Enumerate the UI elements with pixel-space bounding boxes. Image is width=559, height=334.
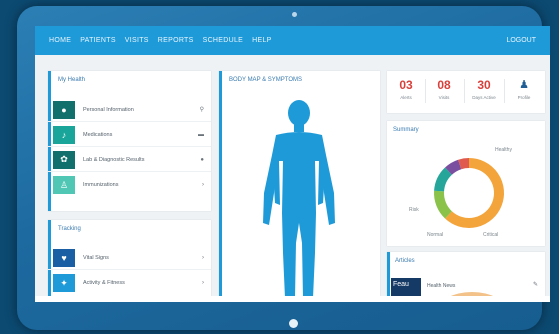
list-item-label: Medications [83, 131, 113, 138]
tracking-panel: Tracking ♥ Vital Signs › ✦ Activity & Fi… [48, 220, 211, 300]
flask-icon: ✿ [53, 150, 75, 169]
stat-label: Alerts [400, 95, 412, 100]
donut-slice-1[interactable] [434, 190, 453, 219]
my-health-title: My Health [58, 77, 86, 83]
stat-profile[interactable]: ♟ Profile [509, 79, 539, 100]
donut-slice-4[interactable] [458, 158, 470, 170]
tracking-title: Tracking [58, 226, 81, 232]
divider [464, 79, 465, 103]
stat-value: 08 [437, 78, 451, 92]
articles-panel: Articles Feau Health News ✎ [387, 252, 545, 300]
nav-item-patients[interactable]: PATIENTS [80, 37, 116, 44]
camera-icon [292, 12, 297, 17]
list-item-medications[interactable]: ♪ Medications ▬ [48, 123, 211, 147]
donut-slice-0[interactable] [445, 158, 504, 228]
chevron-right-icon[interactable]: › [202, 182, 204, 188]
menu-icon[interactable]: ▬ [198, 132, 204, 138]
heart-icon: ♥ [53, 248, 75, 267]
user-icon: ♟ [519, 79, 529, 91]
search-icon[interactable]: ⚲ [200, 106, 204, 113]
body-map-title: BODY MAP & SYMPTOMS [229, 77, 303, 83]
stethoscope-icon: ● [53, 100, 75, 119]
stat-alerts[interactable]: 03 Alerts [391, 79, 421, 100]
list-item-label: Lab & Diagnostic Results [83, 156, 145, 163]
donut-slice-3[interactable] [445, 159, 462, 175]
stat-visits[interactable]: 08 Visits [429, 79, 459, 100]
chart-label-bottom-left: Normal [427, 232, 444, 238]
list-item-lab[interactable]: ✿ Lab & Diagnostic Results ● [48, 148, 211, 172]
pill-icon: ♪ [53, 125, 75, 144]
stat-label: Profile [517, 95, 531, 100]
donut-slice-2[interactable] [434, 167, 453, 192]
stats-panel: 03 Alerts 08 Visits 30 Days Active ♟ Pro… [387, 71, 545, 113]
stat-days[interactable]: 30 Days Active [469, 79, 499, 100]
nav-item-visits[interactable]: VISITS [125, 37, 149, 44]
run-icon: ✦ [53, 274, 75, 292]
nav-item-schedule[interactable]: SCHEDULE [203, 37, 244, 44]
thumbnail-text: Feau [393, 281, 409, 288]
article-title[interactable]: Health News [427, 283, 455, 289]
list-item-activity[interactable]: ✦ Activity & Fitness › [48, 271, 211, 295]
donut-chart[interactable] [387, 135, 545, 245]
divider [425, 79, 426, 103]
logout-link[interactable]: LOGOUT [506, 37, 536, 44]
list-item-personal[interactable]: ● Personal Information ⚲ [48, 98, 211, 122]
list-item-immunizations[interactable]: ♙ Immunizations › [48, 173, 211, 197]
bottom-bar [35, 296, 550, 302]
list-item-label: Immunizations [83, 182, 119, 188]
body-map-panel: BODY MAP & SYMPTOMS [219, 71, 380, 300]
edit-icon[interactable]: ✎ [533, 281, 538, 288]
chevron-right-icon[interactable]: › [202, 280, 204, 286]
list-item-label: Activity & Fitness [83, 280, 125, 286]
stat-label: Days Active [472, 95, 496, 100]
list-item-vitals[interactable]: ♥ Vital Signs › [48, 246, 211, 270]
home-button[interactable] [289, 319, 298, 328]
chart-label-left: Risk [409, 207, 419, 213]
chart-label-top: Healthy [495, 147, 512, 153]
stat-value: 30 [477, 78, 491, 92]
list-item-label: Personal Information [83, 106, 134, 113]
my-health-panel: My Health ● Personal Information ⚲ ♪ Med… [48, 71, 211, 211]
stat-value: 03 [399, 78, 413, 92]
divider [504, 79, 505, 103]
panel-accent [387, 252, 390, 300]
nav-item-home[interactable]: HOME [49, 37, 71, 44]
top-navbar: HOME PATIENTS VISITS REPORTS SCHEDULE HE… [35, 26, 550, 55]
human-body-figure[interactable] [219, 93, 380, 302]
summary-title: Summary [393, 127, 419, 133]
syringe-icon: ♙ [53, 176, 75, 194]
list-item-label: Vital Signs [83, 254, 109, 261]
summary-chart-panel: Summary Healthy Risk Normal Critical [387, 121, 545, 246]
nav-item-reports[interactable]: REPORTS [158, 37, 194, 44]
chart-label-bottom-right: Critical [483, 232, 499, 238]
stat-label: Visits [438, 95, 450, 100]
nav-item-help[interactable]: HELP [252, 37, 272, 44]
articles-title: Articles [395, 258, 415, 264]
chevron-right-icon[interactable]: › [202, 255, 204, 261]
tablet-screen: HOME PATIENTS VISITS REPORTS SCHEDULE HE… [35, 26, 550, 302]
pin-icon[interactable]: ● [200, 157, 204, 163]
